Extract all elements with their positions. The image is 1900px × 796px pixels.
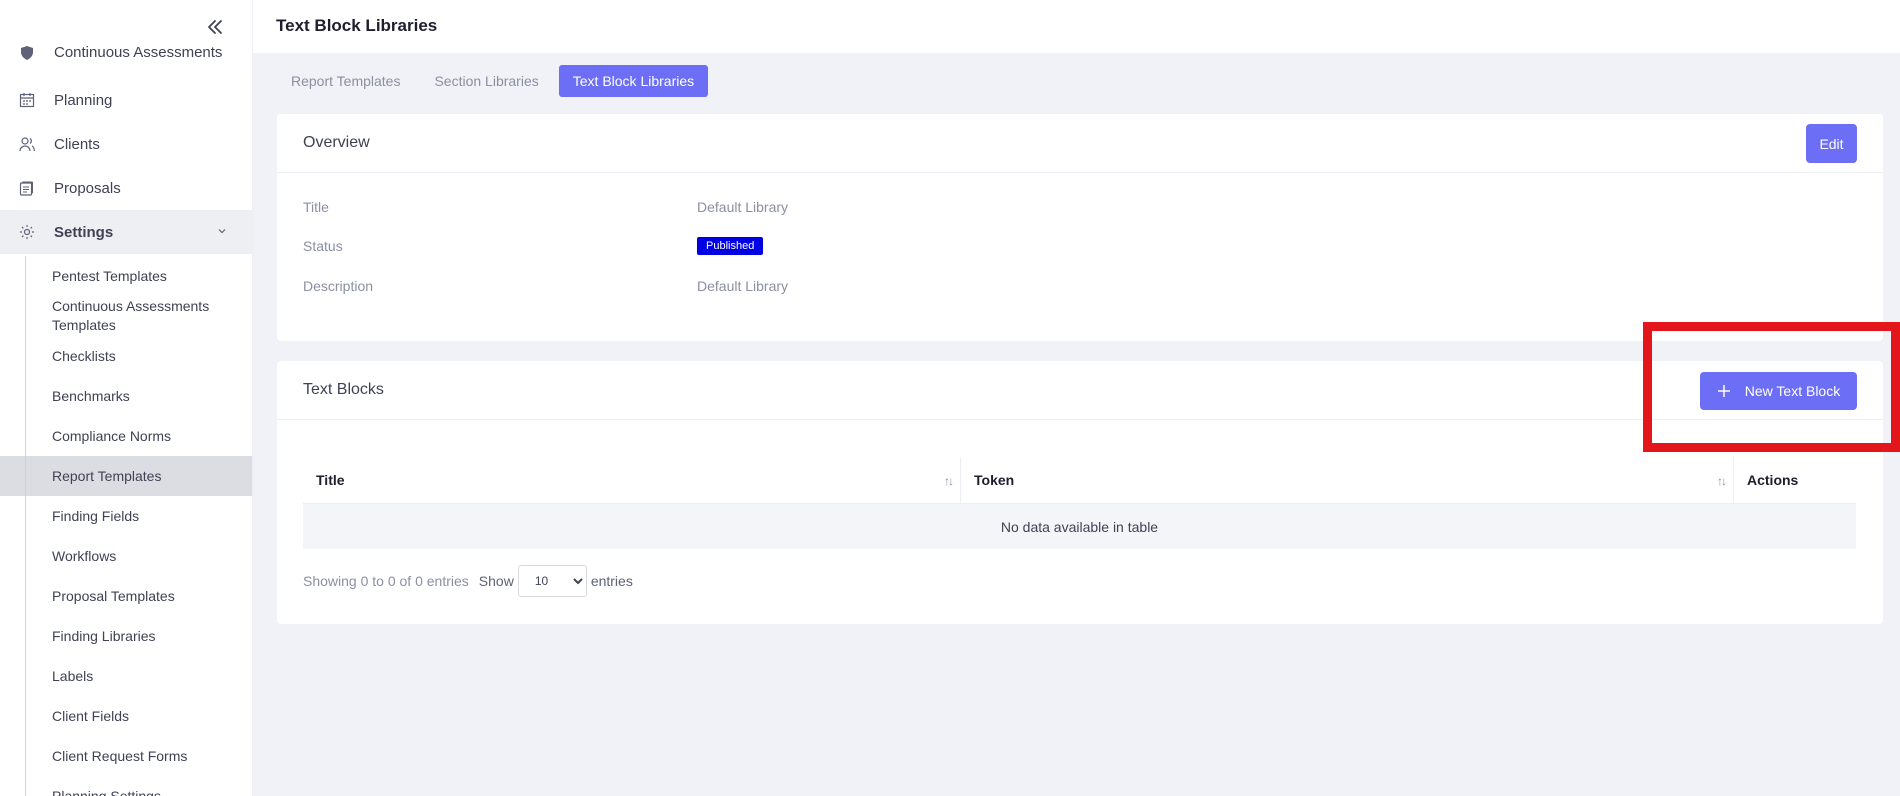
sidebar-subitem-label: Client Request Forms — [52, 748, 188, 764]
sidebar-item-label: Planning — [54, 91, 113, 109]
overview-description-label: Description — [303, 278, 374, 294]
sidebar-subitem-report-templates[interactable]: Report Templates — [0, 456, 252, 496]
sort-icon: ↑↓ — [1717, 474, 1727, 488]
sidebar-item-continuous-assessments[interactable]: Continuous Assessments — [0, 44, 252, 69]
sidebar-subitem-workflows[interactable]: Workflows — [0, 536, 252, 576]
calendar-icon — [18, 91, 36, 109]
users-icon — [18, 135, 36, 153]
sidebar-item-label: Settings — [54, 223, 114, 241]
sidebar-subitem-label: Labels — [52, 668, 94, 684]
sidebar-subitem-label: Report Templates — [52, 468, 162, 484]
sidebar-subitem-label: Planning Settings — [52, 788, 161, 796]
table-footer: Showing 0 to 0 of 0 entries Show 10 entr… — [303, 565, 633, 597]
overview-card: Overview Edit Title Default Library Stat… — [277, 114, 1883, 341]
sidebar-subitem-compliance-norms[interactable]: Compliance Norms — [0, 416, 252, 456]
text-blocks-card: Text Blocks New Text Block Title ↑↓ Toke… — [277, 361, 1883, 624]
column-header-actions: Actions — [1734, 457, 1856, 503]
overview-header: Overview Edit — [277, 114, 1883, 173]
overview-status-label: Status — [303, 238, 343, 254]
sidebar-subitem-label: Pentest Templates — [52, 268, 167, 284]
sidebar-subitem-pentest-templates[interactable]: Pentest Templates — [0, 256, 252, 296]
sidebar-item-label: Proposals — [54, 179, 121, 197]
sidebar-item-label: Clients — [54, 135, 100, 153]
library-tabs: Report Templates Section Libraries Text … — [277, 65, 714, 97]
document-stack-icon — [18, 179, 36, 197]
table-empty-row: No data available in table — [303, 504, 1856, 549]
sidebar-subitem-label: Benchmarks — [52, 388, 130, 404]
sidebar-subitem-label: Compliance Norms — [52, 428, 172, 444]
sidebar-subitem-proposal-templates[interactable]: Proposal Templates — [0, 576, 252, 616]
text-blocks-heading: Text Blocks — [303, 381, 384, 398]
table-info: Showing 0 to 0 of 0 entries — [303, 573, 469, 589]
page-title: Text Block Libraries — [276, 16, 438, 35]
sidebar: Continuous Assessments Planning Clients … — [0, 0, 253, 796]
new-text-block-button[interactable]: New Text Block — [1700, 372, 1857, 410]
top-header: Text Block Libraries — [253, 0, 1900, 53]
new-text-block-label: New Text Block — [1744, 383, 1841, 399]
sidebar-subitem-label: Finding Libraries — [52, 628, 156, 644]
column-actions-label: Actions — [1747, 472, 1799, 488]
sidebar-subitem-client-fields[interactable]: Client Fields — [0, 696, 252, 736]
sidebar-subitem-label: Checklists — [52, 348, 116, 364]
column-token-label: Token — [974, 472, 1015, 488]
sidebar-subitem-planning-settings[interactable]: Planning Settings — [0, 776, 252, 796]
overview-title-label: Title — [303, 199, 329, 215]
table-header-row: Title ↑↓ Token ↑↓ Actions — [303, 457, 1856, 504]
chevron-down-icon — [216, 224, 228, 241]
tab-report-templates[interactable]: Report Templates — [277, 65, 414, 97]
sidebar-subitem-label: Workflows — [52, 548, 117, 564]
sidebar-subitem-label: Finding Fields — [52, 508, 140, 524]
sidebar-subitem-checklists[interactable]: Checklists — [0, 336, 252, 376]
column-title-label: Title — [316, 472, 345, 488]
shield-icon — [18, 44, 36, 62]
column-header-token[interactable]: Token ↑↓ — [961, 457, 1734, 503]
sidebar-subitem-labels[interactable]: Labels — [0, 656, 252, 696]
gear-icon — [18, 223, 36, 241]
overview-description-value: Default Library — [697, 278, 789, 294]
overview-heading: Overview — [303, 134, 370, 151]
sidebar-subitem-continuous-assessments-templates[interactable]: Continuous Assessments Templates — [0, 296, 252, 336]
tab-text-block-libraries[interactable]: Text Block Libraries — [558, 65, 709, 97]
edit-button[interactable]: Edit — [1806, 124, 1857, 163]
sidebar-subitem-finding-libraries[interactable]: Finding Libraries — [0, 616, 252, 656]
sidebar-subitem-client-request-forms[interactable]: Client Request Forms — [0, 736, 252, 776]
status-badge: Published — [697, 237, 764, 255]
sidebar-subitem-benchmarks[interactable]: Benchmarks — [0, 376, 252, 416]
plus-icon — [1717, 384, 1731, 398]
entries-label: entries — [590, 573, 633, 589]
sidebar-item-label: Continuous Assessments — [54, 44, 223, 61]
sidebar-item-planning[interactable]: Planning — [0, 78, 252, 122]
sidebar-item-clients[interactable]: Clients — [0, 122, 252, 166]
text-blocks-header: Text Blocks New Text Block — [277, 361, 1883, 420]
sidebar-subitem-finding-fields[interactable]: Finding Fields — [0, 496, 252, 536]
show-label: Show — [478, 573, 514, 589]
sidebar-item-proposals[interactable]: Proposals — [0, 166, 252, 210]
sort-icon: ↑↓ — [944, 474, 954, 488]
page-size-select[interactable]: 10 — [517, 565, 587, 597]
overview-title-value: Default Library — [697, 199, 789, 215]
tab-section-libraries[interactable]: Section Libraries — [420, 65, 552, 97]
column-header-title[interactable]: Title ↑↓ — [303, 457, 961, 503]
sidebar-item-settings[interactable]: Settings — [0, 210, 252, 254]
sidebar-subitem-label: Continuous Assessments Templates — [52, 298, 210, 333]
sidebar-subitem-label: Client Fields — [52, 708, 130, 724]
collapse-sidebar-icon[interactable] — [203, 15, 227, 39]
text-blocks-table: Title ↑↓ Token ↑↓ Actions No data availa… — [303, 457, 1856, 549]
sidebar-subitem-label: Proposal Templates — [52, 588, 175, 604]
